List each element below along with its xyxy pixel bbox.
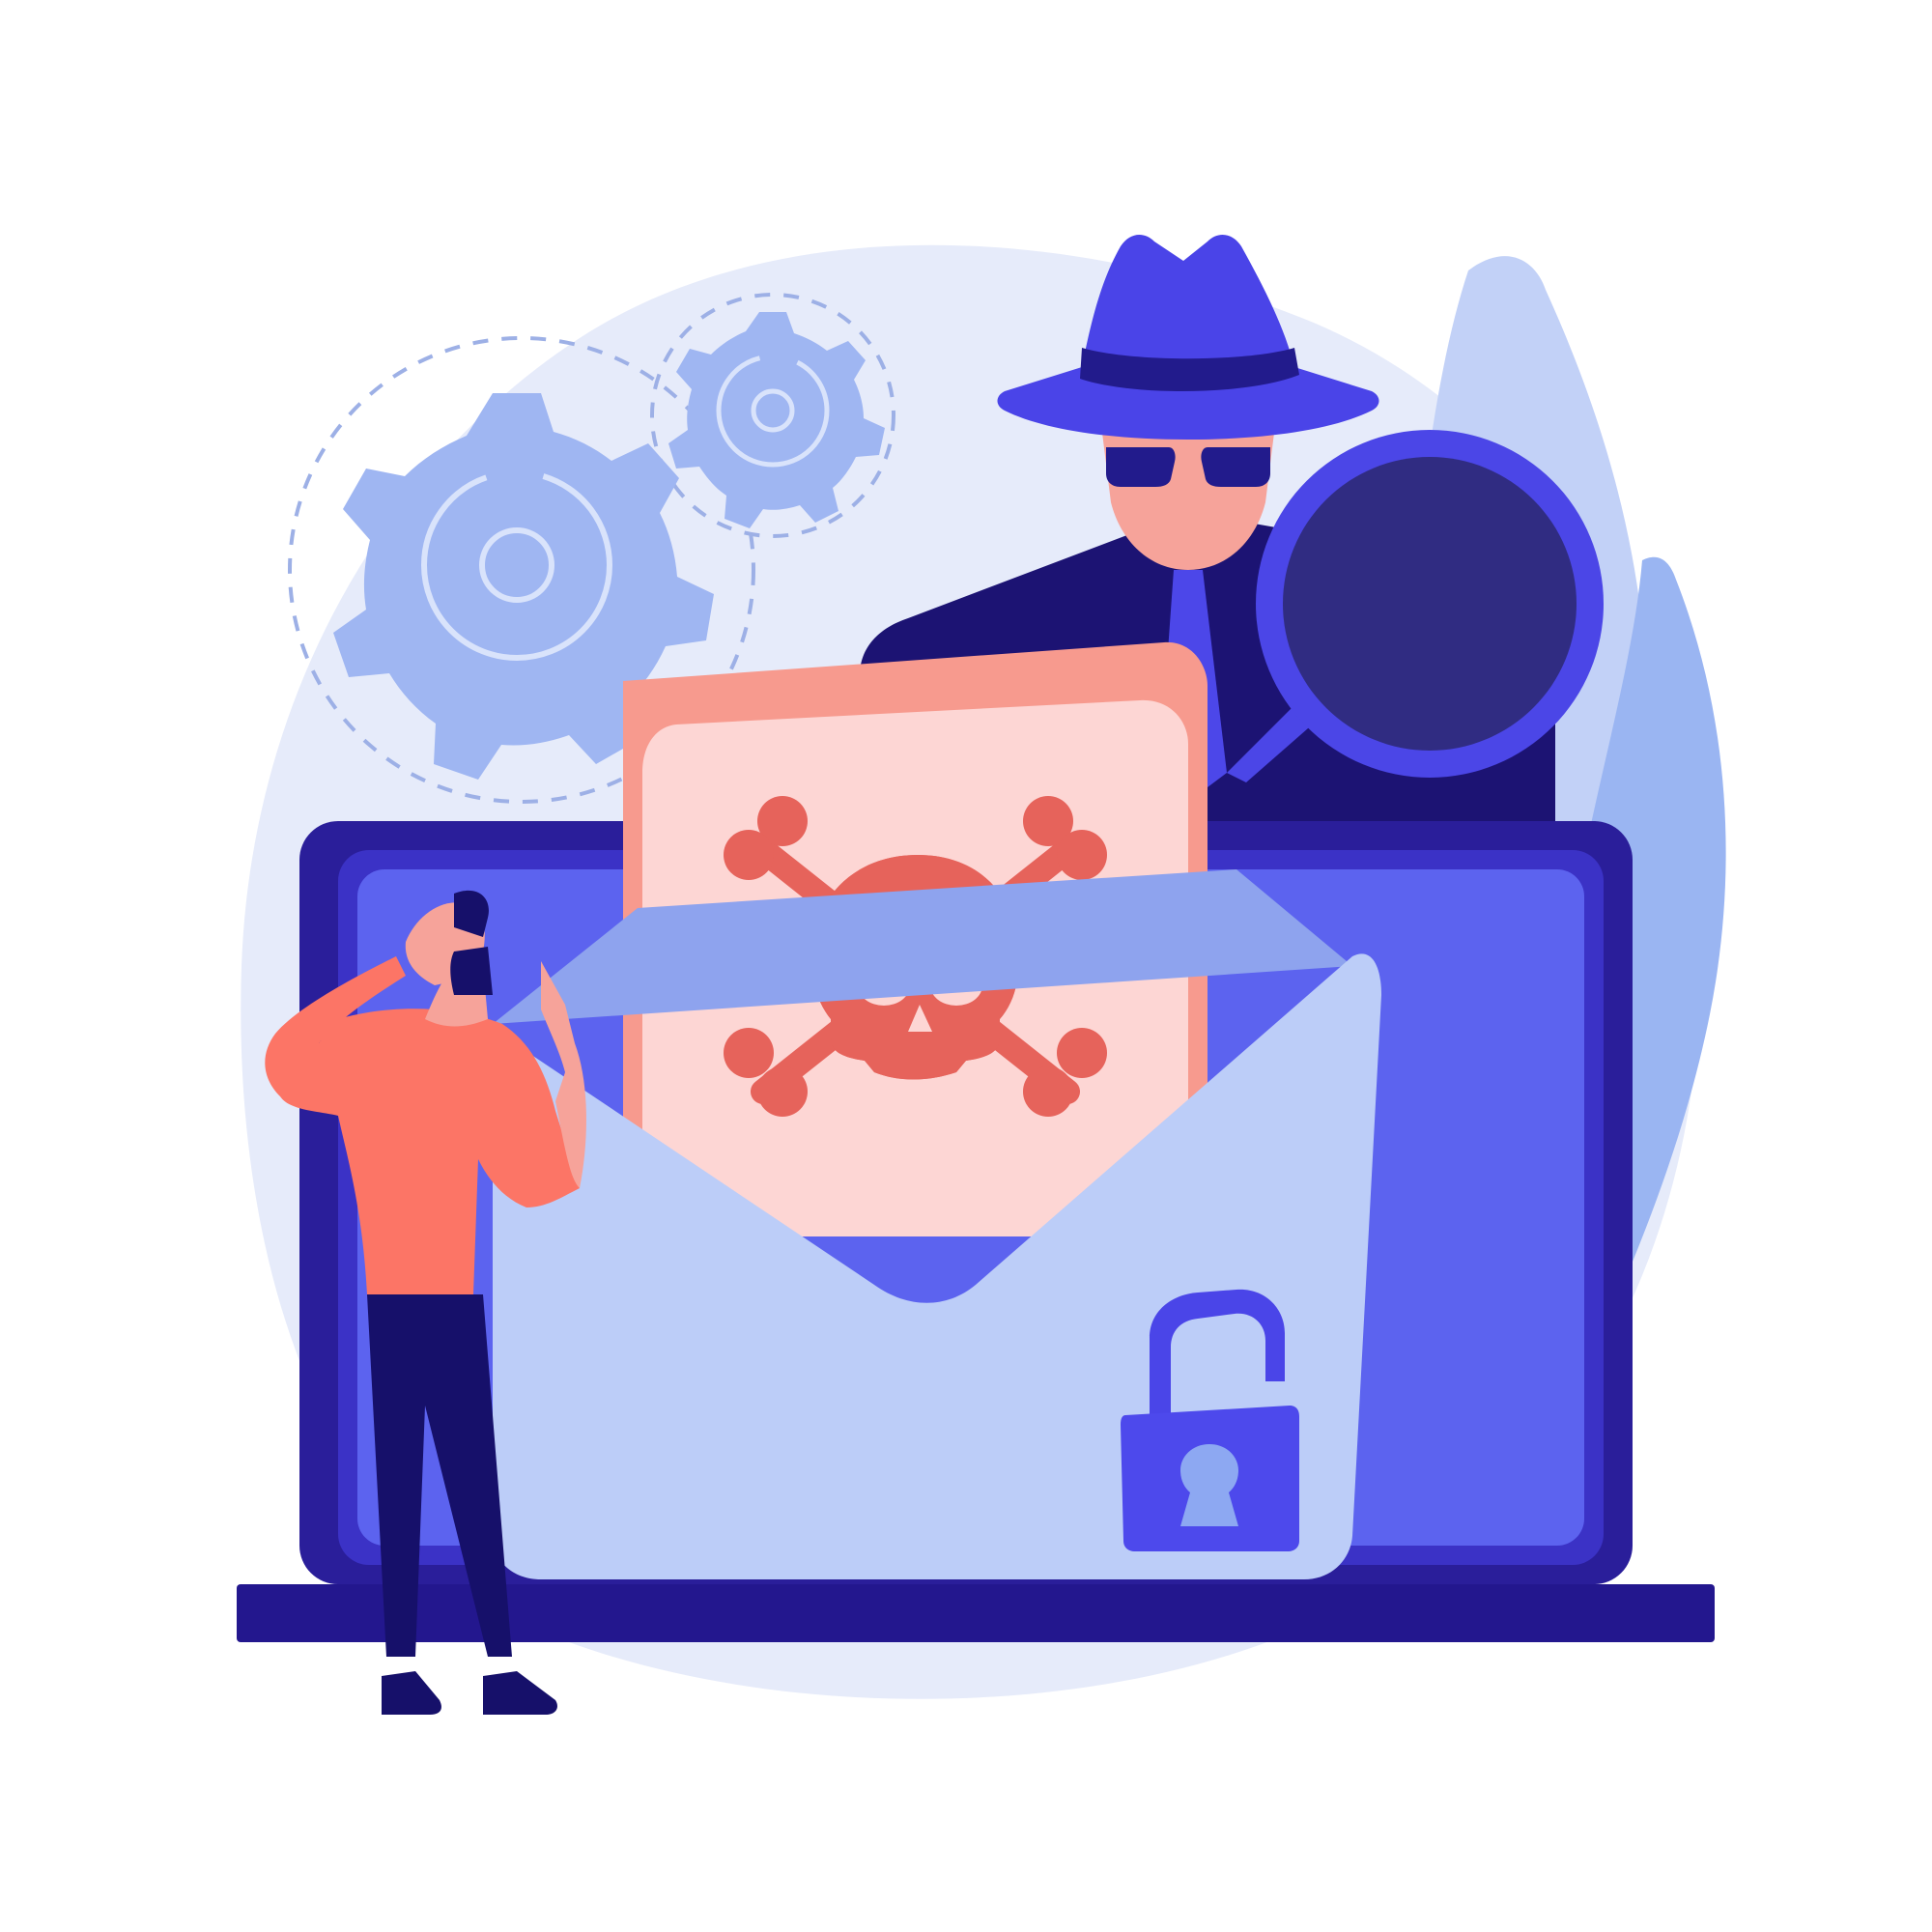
- phishing-illustration: [237, 235, 1726, 1715]
